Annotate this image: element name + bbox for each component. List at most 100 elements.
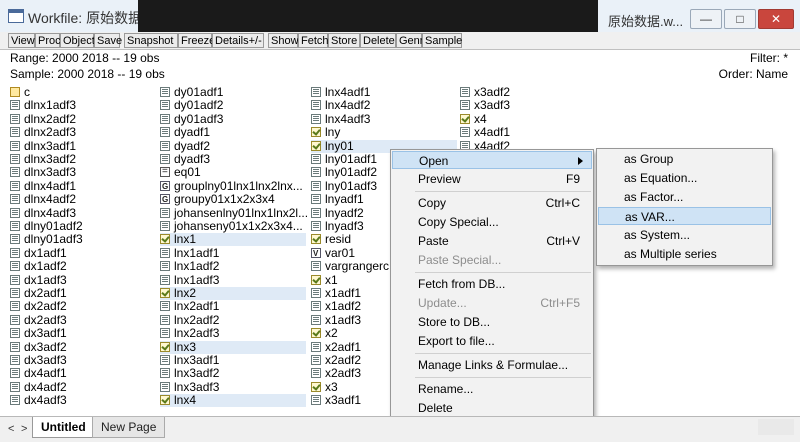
submenu-item-as-factor[interactable]: as Factor... <box>598 188 771 206</box>
close-button[interactable]: ✕ <box>758 9 794 29</box>
workfile-object-item[interactable]: dlnx4adf1 <box>10 179 156 193</box>
toolbar-button-details[interactable]: Details+/- <box>212 33 264 48</box>
workfile-object-item[interactable]: dx2adf3 <box>10 313 156 327</box>
submenu-item-as-system[interactable]: as System... <box>598 226 771 244</box>
order-info[interactable]: Order: Name <box>719 67 788 81</box>
workfile-object-item[interactable]: dx4adf2 <box>10 380 156 394</box>
workfile-object-item[interactable]: dlnx4adf3 <box>10 206 156 220</box>
workfile-object-item[interactable]: dx3adf1 <box>10 327 156 340</box>
minimize-button[interactable]: — <box>690 9 722 29</box>
context-menu-item-store-to-db[interactable]: Store to DB... <box>392 313 592 331</box>
workfile-object-item[interactable]: lnx3adf2 <box>160 367 306 380</box>
workfile-object-item[interactable]: lnx4adf3 <box>311 112 457 126</box>
menu-item-label: as System... <box>624 228 691 242</box>
workfile-object-item[interactable]: lnx3adf1 <box>160 354 306 367</box>
workfile-object-item[interactable]: x4 <box>460 112 530 126</box>
toolbar-button-delete[interactable]: Delete <box>360 33 396 48</box>
context-menu-item-copy-special[interactable]: Copy Special... <box>392 213 592 231</box>
workfile-object-item[interactable]: groupy01x1x2x3x4 <box>160 193 306 206</box>
workfile-object-item[interactable]: x3adf3 <box>460 99 530 112</box>
context-menu-item-paste[interactable]: Paste Ctrl+V <box>392 232 592 250</box>
context-menu-item-delete[interactable]: Delete <box>392 399 592 417</box>
workfile-object-item[interactable]: dy01adf1 <box>160 86 306 99</box>
toolbar-button-genr[interactable]: Genr <box>396 33 423 48</box>
workfile-object-item[interactable]: dlnx4adf2 <box>10 193 156 206</box>
workfile-object-item[interactable]: dx1adf2 <box>10 260 156 273</box>
maximize-button[interactable]: □ <box>724 9 756 29</box>
toolbar-button-store[interactable]: Store <box>328 33 360 48</box>
context-menu-item-manage-links-formulae[interactable]: Manage Links & Formulae... <box>392 356 592 374</box>
workfile-object-item[interactable]: dlnx2adf2 <box>10 112 156 126</box>
toolbar-button-fetch[interactable]: Fetch <box>298 33 329 48</box>
horizontal-scrollbar[interactable] <box>758 419 794 435</box>
workfile-object-item[interactable]: lny <box>311 126 457 139</box>
workfile-object-item[interactable]: dlny01adf3 <box>10 233 156 246</box>
workfile-object-item[interactable]: lnx3adf3 <box>160 380 306 394</box>
workfile-object-item[interactable]: lnx4adf2 <box>311 99 457 112</box>
workfile-object-item[interactable]: lnx2adf2 <box>160 313 306 327</box>
workfile-object-item[interactable]: dx2adf2 <box>10 300 156 313</box>
context-menu-item-preview[interactable]: Preview F9 <box>392 170 592 188</box>
workfile-object-item[interactable]: lnx2adf3 <box>160 327 306 340</box>
workfile-object-item[interactable]: dlnx3adf3 <box>10 166 156 179</box>
workfile-object-item[interactable]: lnx3 <box>160 340 306 354</box>
context-menu-item-export-to-file[interactable]: Export to file... <box>392 332 592 350</box>
workfile-object-item[interactable]: lnx1adf3 <box>160 273 306 287</box>
workfile-object-item[interactable]: lnx4 <box>160 394 306 408</box>
nav-next-button[interactable]: > <box>21 423 27 435</box>
workfile-object-item[interactable]: lnx1 <box>160 233 306 247</box>
workfile-object-item[interactable]: dlnx2adf3 <box>10 126 156 139</box>
workfile-object-item[interactable]: dx4adf1 <box>10 367 156 380</box>
workfile-object-item[interactable]: dy01adf2 <box>160 99 306 112</box>
toolbar-button-object[interactable]: Object <box>60 33 95 48</box>
workfile-object-item[interactable]: dlny01adf2 <box>10 220 156 233</box>
workfile-object-item[interactable]: lnx2adf1 <box>160 300 306 313</box>
workfile-object-item[interactable]: lnx4adf1 <box>311 86 457 99</box>
toolbar-button-show[interactable]: Show <box>268 33 299 48</box>
workfile-object-item[interactable]: dyadf2 <box>160 139 306 153</box>
page-tab-new-page[interactable]: New Page <box>92 417 166 438</box>
filter-info[interactable]: Filter: * <box>750 51 788 65</box>
series-icon <box>10 207 20 218</box>
workfile-object-item[interactable]: johansenlny01lnx1lnx2l... <box>160 206 308 220</box>
workfile-object-item[interactable]: lnx1adf2 <box>160 260 306 273</box>
toolbar-button-sample[interactable]: Sample <box>422 33 462 48</box>
nav-prev-button[interactable]: < <box>8 423 14 435</box>
workfile-object-item[interactable]: dx2adf1 <box>10 287 156 300</box>
toolbar-button-save[interactable]: Save <box>94 33 122 48</box>
workfile-object-item[interactable]: dy01adf3 <box>160 112 306 126</box>
workfile-object-item[interactable]: dx3adf3 <box>10 354 156 367</box>
title-bar[interactable]: Workfile: 原始数据 原始数据.w... — □ ✕ <box>0 0 800 33</box>
window-title-secondary: 原始数据.w... <box>608 14 684 29</box>
workfile-object-item[interactable]: x3adf2 <box>460 86 530 99</box>
workfile-object-item[interactable]: dx4adf3 <box>10 394 156 407</box>
workfile-object-item[interactable]: dyadf3 <box>160 153 306 166</box>
workfile-object-item[interactable]: dyadf1 <box>160 126 306 139</box>
submenu-item-as-group[interactable]: as Group <box>598 150 771 168</box>
context-menu-item-rename[interactable]: Rename... <box>392 380 592 398</box>
workfile-object-item[interactable]: x4adf1 <box>460 126 530 139</box>
toolbar-button-view[interactable]: View <box>8 33 35 48</box>
workfile-object-item[interactable]: eq01 <box>160 165 306 179</box>
workfile-object-item[interactable]: c <box>10 86 156 99</box>
toolbar-button-freeze[interactable]: Freeze <box>178 33 215 48</box>
submenu-item-as-multiple-series[interactable]: as Multiple series <box>598 245 771 263</box>
toolbar-button-proc[interactable]: Proc <box>35 33 61 48</box>
workfile-object-item[interactable]: dlnx1adf3 <box>10 99 156 112</box>
workfile-object-item[interactable]: grouplny01lnx1lnx2lnx... <box>160 179 306 193</box>
workfile-object-item[interactable]: dx3adf2 <box>10 340 156 354</box>
page-tab-untitled[interactable]: Untitled <box>32 417 95 438</box>
toolbar-button-snapshot[interactable]: Snapshot <box>124 33 178 48</box>
submenu-item-as-equation[interactable]: as Equation... <box>598 169 771 187</box>
workfile-object-item[interactable]: lnx2 <box>160 287 306 300</box>
workfile-object-item[interactable]: dx1adf3 <box>10 273 156 287</box>
workfile-object-item[interactable]: dlnx3adf1 <box>10 139 156 153</box>
workfile-object-item[interactable]: dx1adf1 <box>10 246 156 260</box>
submenu-item-as-var[interactable]: as VAR... <box>598 207 771 225</box>
workfile-object-item[interactable]: dlnx3adf2 <box>10 153 156 166</box>
context-menu-item-copy[interactable]: Copy Ctrl+C <box>392 194 592 212</box>
context-menu-item-fetch-from-db[interactable]: Fetch from DB... <box>392 275 592 293</box>
workfile-object-item[interactable]: johanseny01x1x2x3x4... <box>160 220 306 233</box>
context-menu-item-open[interactable]: Open <box>392 151 592 169</box>
workfile-object-item[interactable]: lnx1adf1 <box>160 246 306 260</box>
